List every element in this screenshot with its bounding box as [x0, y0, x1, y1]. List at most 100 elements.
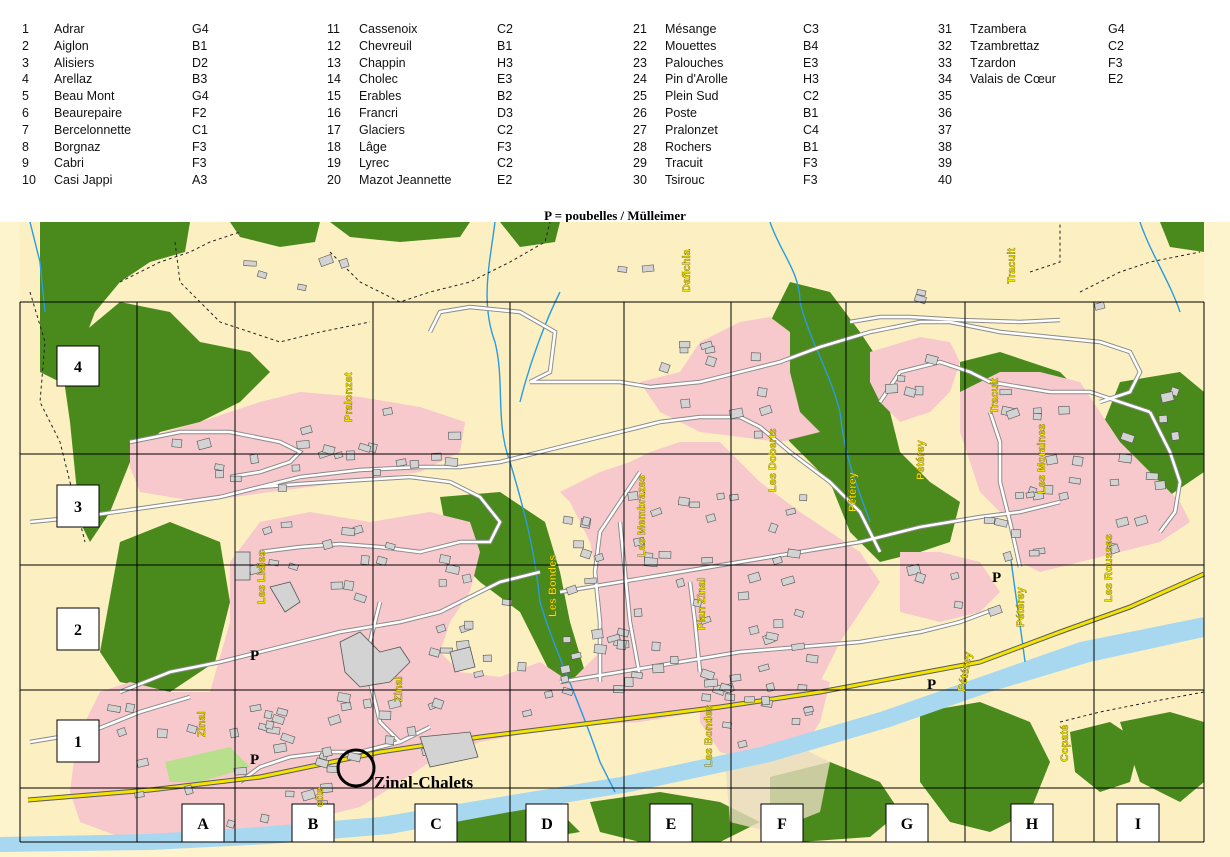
- building: [444, 457, 459, 467]
- label-ette: ette: [314, 787, 326, 807]
- legend-entry-grid: G4: [192, 89, 209, 104]
- legend-entry-number: 34: [938, 72, 952, 87]
- building: [330, 581, 344, 590]
- building: [1154, 480, 1167, 491]
- building: [273, 742, 288, 754]
- label-zinal-2: Zinal: [393, 676, 405, 702]
- building: [999, 389, 1012, 396]
- legend-entry-number: 18: [327, 139, 341, 154]
- building: [215, 470, 224, 479]
- bin-marker: P: [250, 752, 259, 768]
- building: [1109, 478, 1120, 487]
- building: [1118, 453, 1133, 464]
- building: [384, 735, 395, 745]
- row-label-3: 3: [74, 499, 82, 516]
- building: [171, 438, 183, 448]
- building: [291, 464, 301, 472]
- building: [562, 515, 574, 525]
- legend-entry-number: 2: [22, 38, 29, 53]
- legend-entry-grid: B1: [497, 38, 513, 53]
- legend-entry-name: Cholec: [359, 72, 398, 87]
- legend-entry-grid: F3: [803, 156, 818, 171]
- legend-entry-name: Francri: [359, 105, 398, 120]
- bin-marker: P: [992, 570, 1001, 586]
- building: [448, 431, 462, 440]
- building: [1032, 412, 1042, 421]
- building: [438, 579, 447, 587]
- building: [263, 709, 273, 720]
- building: [1058, 491, 1069, 501]
- building: [406, 726, 417, 737]
- building: [1158, 414, 1168, 424]
- legend-entry-number: 37: [938, 122, 952, 137]
- building: [1015, 491, 1024, 500]
- building: [651, 641, 661, 651]
- legend-entry-number: 27: [633, 122, 647, 137]
- legend-entry-grid: H3: [803, 72, 819, 87]
- label-les-lidies: Les Lidies: [256, 550, 268, 604]
- legend-entry-number: 11: [327, 22, 340, 36]
- legend-entry-grid: B1: [803, 139, 819, 154]
- building: [464, 620, 474, 630]
- building: [658, 550, 672, 559]
- building: [265, 720, 275, 730]
- building: [560, 674, 570, 684]
- legend-entry-name: Beaurepaire: [54, 105, 123, 120]
- building: [343, 580, 355, 591]
- building: [591, 628, 604, 640]
- legend-entry-grid: B3: [192, 72, 208, 87]
- legend-entry-number: 7: [22, 122, 29, 137]
- street-index-legend: 1 Adrar G4 2 Aiglon B1 3 Alisiers D2 4 Arellaz B3 5 B…: [0, 0, 1230, 200]
- legend-entry-name: Tracuit: [665, 156, 703, 171]
- building: [562, 636, 571, 643]
- building: [559, 664, 572, 675]
- legend-entry-grid: B4: [803, 38, 819, 53]
- legend-entry-name: Pralonzet: [665, 122, 718, 137]
- building: [754, 430, 763, 439]
- legend-entry-number: 16: [327, 105, 341, 120]
- station-label: Zinal-Chalets: [374, 773, 474, 792]
- building: [641, 264, 655, 273]
- building: [280, 521, 293, 529]
- building: [1071, 455, 1084, 467]
- column-labels: A B C D E F G H I: [181, 803, 1160, 843]
- legend-entry-name: Mésange: [665, 22, 717, 36]
- legend-entry-grid: B1: [192, 38, 208, 53]
- building: [786, 548, 801, 559]
- legend-entry-name: Tsirouc: [665, 173, 705, 188]
- building: [277, 484, 287, 492]
- col-label-c: C: [430, 816, 442, 833]
- building: [652, 663, 665, 674]
- building: [341, 527, 356, 537]
- building: [156, 728, 168, 739]
- building: [716, 492, 725, 500]
- legend-entry-grid: F3: [497, 139, 512, 154]
- building: [259, 813, 270, 824]
- legend-entry-number: 14: [327, 72, 341, 87]
- building: [701, 693, 712, 702]
- row-label-1: 1: [74, 734, 82, 751]
- building: [438, 554, 451, 565]
- label-les-bondes-mid: Les Bondes: [547, 555, 559, 617]
- legend-entry-name: Cassenoix: [359, 22, 418, 36]
- building: [382, 407, 393, 416]
- legend-entry-grid: B2: [497, 89, 513, 104]
- building: [884, 383, 899, 394]
- legend-entry-grid: E2: [1108, 72, 1124, 87]
- legend-entry-grid: G4: [192, 22, 209, 36]
- building: [372, 469, 381, 476]
- building: [593, 643, 607, 655]
- legend-entry-number: 38: [938, 139, 952, 154]
- legend-entry-name: Glaciers: [359, 122, 405, 137]
- legend-entry-grid: B1: [803, 105, 819, 120]
- legend-entry-number: 30: [633, 173, 647, 188]
- label-zinal-1: Zinal: [196, 711, 208, 737]
- legend-entry-number: 23: [633, 55, 647, 70]
- building: [624, 677, 634, 687]
- building: [744, 696, 755, 703]
- building: [517, 661, 527, 672]
- building: [983, 516, 995, 524]
- building: [761, 695, 771, 706]
- legend-entry-name: Adrar: [54, 22, 85, 36]
- legend-entry-number: 12: [327, 38, 341, 53]
